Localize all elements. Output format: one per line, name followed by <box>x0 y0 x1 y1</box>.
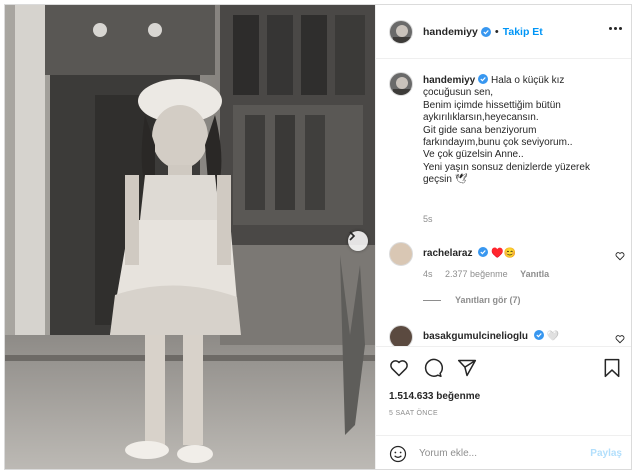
comment-time[interactable]: 4s <box>423 269 433 279</box>
author-avatar[interactable] <box>389 19 413 44</box>
view-replies-button[interactable]: Yanıtları gör (7) <box>423 295 521 305</box>
caption-avatar[interactable] <box>389 72 413 96</box>
post-sidebar: handemiyy • Takip Et handemiyy Hala o kü… <box>375 5 631 469</box>
follow-button[interactable]: Takip Et <box>503 26 543 38</box>
separator-dot: • <box>494 25 499 38</box>
instagram-post: handemiyy • Takip Et handemiyy Hala o kü… <box>4 4 632 470</box>
more-options-icon[interactable] <box>609 27 622 30</box>
add-comment-bar: Paylaş <box>376 435 631 469</box>
chevron-right-icon <box>349 231 356 241</box>
caption-line-5: farkındayım,bunu çok seviyorum.. <box>423 137 573 149</box>
comment-meta: 4s 2.377 beğenme Yanıtla <box>423 269 559 279</box>
replies-divider <box>423 299 441 301</box>
comment-icon[interactable] <box>423 358 443 378</box>
comment-body: basakgumulcinelioglu 🤍 <box>423 330 559 342</box>
caption-line-1: çocuğusun sen, <box>423 87 494 99</box>
comment-input[interactable] <box>419 448 579 459</box>
verified-icon <box>478 74 489 84</box>
commenter-username[interactable]: rachelaraz <box>423 248 472 259</box>
caption-line-6: Ve çok güzelsin Anne.. <box>423 149 524 161</box>
verified-icon <box>480 26 491 37</box>
like-count[interactable]: 1.514.633 beğenme <box>389 391 480 402</box>
caption-line: handemiyy Hala o küçük kız <box>423 74 623 87</box>
post-comment-button[interactable]: Paylaş <box>590 448 622 459</box>
verified-icon <box>478 247 489 257</box>
caption-text: handemiyy Hala o küçük kız çocuğusun sen… <box>423 74 623 187</box>
comments-section: handemiyy Hala o küçük kız çocuğusun sen… <box>376 60 631 346</box>
commenter-avatar[interactable] <box>389 325 413 346</box>
comment-likes[interactable]: 2.377 beğenme <box>445 269 508 279</box>
caption-line-2: Benim içimde hissettiğim bütün <box>423 99 561 111</box>
action-icons <box>389 358 477 378</box>
comment-text: ♥️😊 <box>491 248 516 259</box>
vintage-photo-illustration <box>5 5 375 469</box>
commenter-avatar[interactable] <box>389 242 413 266</box>
author-username[interactable]: handemiyy <box>423 26 478 38</box>
caption-line-3: aykırılıklarsın,heyecansın. <box>423 112 539 124</box>
save-icon[interactable] <box>603 358 621 378</box>
caption-username[interactable]: handemiyy <box>423 75 475 86</box>
caption-line-8: geçsin 🕊 <box>423 174 468 186</box>
heart-icon[interactable] <box>389 358 409 378</box>
comment-body: rachelaraz ♥️😊 <box>423 247 516 259</box>
post-time-ago[interactable]: 5 SAAT ÖNCE <box>389 410 438 417</box>
comment-text: 🤍 <box>546 331 560 342</box>
post-photo[interactable] <box>5 5 375 469</box>
next-photo-button[interactable] <box>348 231 368 251</box>
post-header: handemiyy • Takip Et <box>376 5 631 59</box>
caption-line-0: Hala o küçük kız <box>491 75 565 86</box>
caption-line-4: Git gide sana benziyorum <box>423 124 537 136</box>
heart-icon[interactable] <box>615 334 625 344</box>
heart-icon[interactable] <box>615 251 625 261</box>
view-replies-label: Yanıtları gör (7) <box>455 295 521 305</box>
caption-line-7: Yeni yaşın sonsuz denizlerde yüzerek <box>423 161 590 173</box>
share-icon[interactable] <box>457 358 477 378</box>
emoji-icon[interactable] <box>389 445 407 463</box>
commenter-username[interactable]: basakgumulcinelioglu <box>423 331 528 342</box>
caption-time[interactable]: 5s <box>423 214 433 224</box>
verified-icon <box>533 330 544 340</box>
reply-button[interactable]: Yanıtla <box>520 269 549 279</box>
